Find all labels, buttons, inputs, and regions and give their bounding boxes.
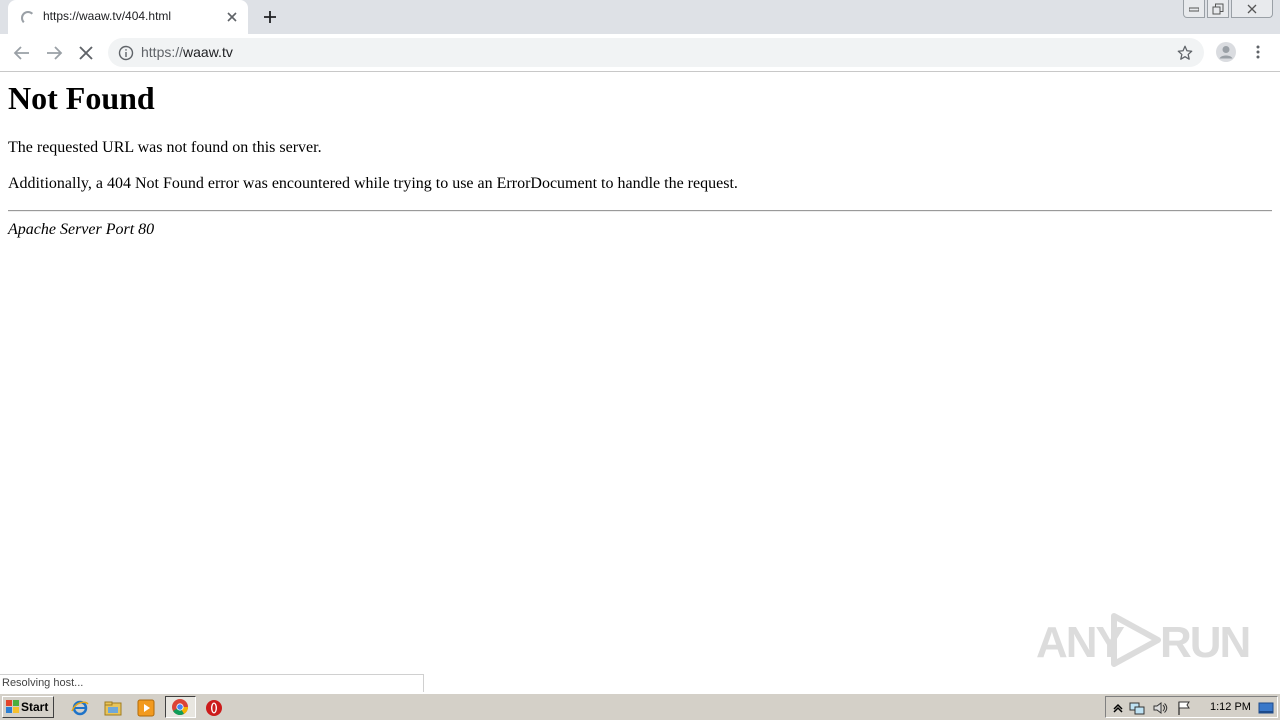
taskbar: Start 1:12 PM (0, 693, 1280, 720)
chrome-taskbar-button[interactable] (165, 696, 196, 718)
network-icon[interactable] (1129, 700, 1145, 716)
explorer-icon[interactable] (104, 699, 122, 717)
stop-loading-icon[interactable] (74, 41, 98, 65)
url-text: https://waaw.tv (141, 44, 233, 60)
tab-active[interactable]: https://waaw.tv/404.html (8, 0, 248, 34)
show-hidden-icons-icon[interactable] (1110, 700, 1126, 716)
tab-title: https://waaw.tv/404.html (43, 9, 172, 23)
loading-spinner-icon (21, 11, 35, 25)
watermark-logo: ANY RUN (1036, 608, 1251, 672)
bookmark-star-icon[interactable] (1176, 44, 1194, 62)
opera-icon[interactable] (205, 699, 223, 717)
start-button[interactable]: Start (2, 696, 54, 718)
more-menu-icon[interactable] (1250, 44, 1266, 60)
clock[interactable]: 1:12 PM (1210, 701, 1251, 713)
url-host: waaw.tv (183, 44, 233, 60)
close-icon[interactable] (224, 9, 240, 25)
window-close-icon (1247, 4, 1257, 13)
server-signature: Apache Server Port 80 (8, 221, 155, 238)
browser-toolbar: https://waaw.tv (0, 34, 1280, 72)
restore-icon (1212, 3, 1224, 14)
url-scheme: https:// (141, 44, 184, 60)
minimize-button[interactable] (1183, 0, 1205, 18)
error-detail: Additionally, a 404 Not Found error was … (8, 175, 738, 192)
status-bubble: Resolving host... (0, 674, 424, 692)
media-player-icon[interactable] (137, 699, 155, 717)
address-bar[interactable]: https://waaw.tv (108, 38, 1204, 67)
page-title: Not Found (8, 80, 155, 116)
start-label: Start (21, 700, 49, 714)
error-message: The requested URL was not found on this … (8, 139, 322, 156)
back-arrow-icon[interactable] (10, 41, 34, 65)
chrome-icon (172, 699, 188, 715)
page-content: Not Found The requested URL was not foun… (0, 72, 1280, 692)
new-tab-icon[interactable] (260, 7, 280, 27)
restore-button[interactable] (1207, 0, 1229, 18)
forward-arrow-icon[interactable] (42, 41, 66, 65)
minimize-icon (1189, 7, 1199, 11)
action-center-flag-icon[interactable] (1176, 700, 1192, 716)
windows-logo-icon (6, 700, 19, 713)
system-tray: 1:12 PM (1105, 696, 1278, 718)
show-desktop-icon[interactable] (1258, 700, 1274, 716)
window-close-button[interactable] (1231, 0, 1273, 18)
ie-icon[interactable] (71, 699, 89, 717)
divider (8, 210, 1272, 212)
info-icon[interactable] (118, 45, 134, 61)
profile-avatar-icon[interactable] (1215, 41, 1237, 63)
tab-strip: https://waaw.tv/404.html (0, 0, 1280, 34)
play-triangle-icon (1111, 613, 1161, 667)
watermark-text-right: RUN (1160, 618, 1251, 667)
volume-icon[interactable] (1152, 700, 1168, 716)
